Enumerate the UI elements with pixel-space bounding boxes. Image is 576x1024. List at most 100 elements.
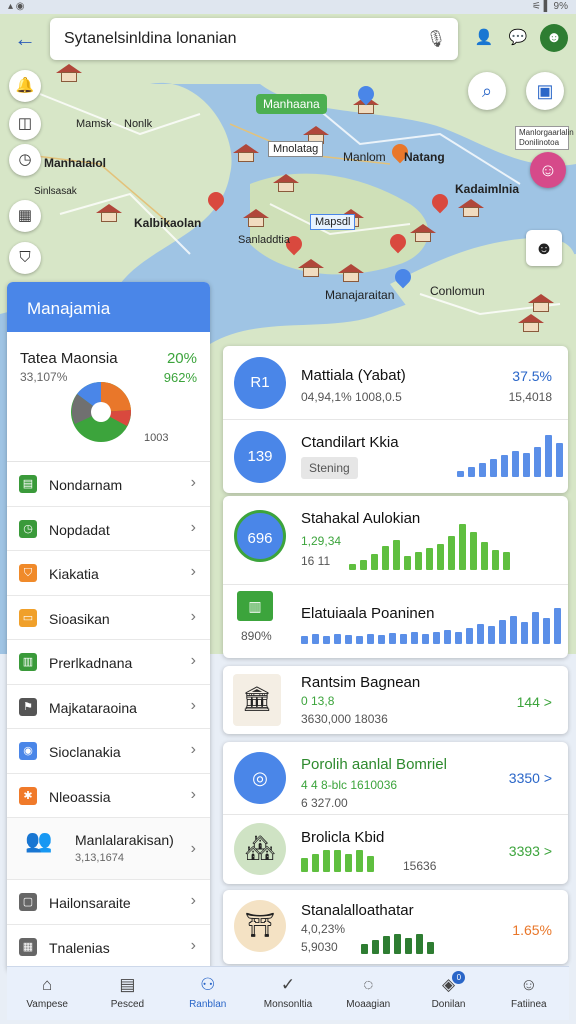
map-label: Manajaraitan: [325, 288, 395, 302]
stat-row[interactable]: 696 Stahakal Aulokian 1,29,34 16 11: [223, 496, 568, 584]
stat-circle: 696: [234, 510, 286, 562]
sidebar-item-2[interactable]: ◷ Nopdadat ›: [7, 507, 210, 551]
stat-sub: 04,94,1% 1008,0.5: [301, 390, 402, 404]
bottom-navigation: ⌂ Vampese ▤ Pesced ⚇ Ranblan ✓ Monsonltia ◌ Moaag…: [7, 966, 569, 1020]
map-house-icon: [528, 294, 554, 312]
back-arrow-icon[interactable]: ←: [8, 22, 42, 56]
chart-icon: ▥: [19, 653, 37, 671]
avatar-pin-icon[interactable]: ☺: [530, 152, 566, 188]
tab-label: Moaagian: [346, 999, 391, 1010]
sidebar-item-label: Nondarnam: [49, 477, 123, 493]
mini-bar-chart: [301, 850, 374, 872]
sidebar-item-5[interactable]: ▥ Prerlkadnana ›: [7, 640, 210, 685]
stat-sub: 15636: [403, 859, 437, 873]
tab-2[interactable]: ▤ Pesced: [87, 967, 167, 1020]
sidebar-item-8[interactable]: ✱ Nleoassia ›: [7, 774, 210, 818]
sidebar-item-3[interactable]: ⛉ Kiakatia ›: [7, 551, 210, 596]
sidebar-item-label: Hailonsaraite: [49, 895, 131, 911]
overview-card[interactable]: Tatea Maonsia 20% 33,107% 962% 1003: [7, 332, 210, 462]
stat-card-3[interactable]: 🏛 Rantsim Bagnean 0 13,8 3630,000 18036 …: [223, 666, 568, 734]
map-label: Kalbikaolan: [134, 216, 202, 230]
map-label: Mamsk: [76, 118, 112, 130]
stat-pct[interactable]: 3350 >: [509, 770, 552, 786]
search-icon[interactable]: ⌕: [468, 72, 506, 110]
tab-4[interactable]: ✓ Monsonltia: [248, 967, 328, 1020]
stat-pct[interactable]: 3393 >: [509, 843, 552, 859]
search-input[interactable]: Sytanelsinldina lonanian 🎙: [50, 18, 458, 60]
sidebar-item-11[interactable]: ▦ Tnalenias ›: [7, 925, 210, 969]
tab-label: Pesced: [110, 999, 145, 1010]
map-house-icon: [410, 224, 436, 242]
stat-sub: 1,29,34: [301, 534, 342, 548]
tab-7[interactable]: ☺ Fatiinea: [489, 967, 569, 1020]
map-house-icon: [458, 199, 484, 217]
profile-icon[interactable]: 👤: [470, 24, 498, 52]
avatar-pin-icon[interactable]: ☻: [526, 230, 562, 266]
chevron-right-icon: ›: [190, 741, 196, 758]
building-icon[interactable]: ▦: [9, 200, 41, 232]
sidebar-item-9[interactable]: 👥 Manlalarakisan) 3,13,1674 ›: [7, 818, 210, 880]
map-label: Natang: [404, 150, 445, 164]
clock-icon[interactable]: ◷: [9, 144, 41, 176]
notification-icon[interactable]: 🔔: [9, 70, 41, 102]
stat-row[interactable]: R1 Mattiala (Yabat) 04,94,1% 1008,0.5 37…: [223, 346, 568, 419]
sidebar-item-sub: 3,13,1674: [75, 852, 124, 864]
stat-sub-secondary: 3630,000 18036: [301, 712, 388, 726]
stat-row[interactable]: 🏘 Brolicla Kbid 15636 3393 >: [223, 815, 568, 884]
sidebar-item-7[interactable]: ◉ Sioclanakia ›: [7, 729, 210, 774]
stat-sub-secondary: 6 327.00: [301, 796, 348, 810]
chevron-right-icon: ›: [190, 563, 196, 580]
map-label: Kadaimlnia: [455, 182, 520, 196]
map-label: Mnolatag: [268, 141, 324, 157]
stat-pct-sub: 15,4018: [508, 390, 552, 404]
tab-3[interactable]: ⚇ Ranblan: [168, 967, 248, 1020]
avatar[interactable]: ☻: [540, 24, 568, 52]
layers-icon[interactable]: ◫: [9, 108, 41, 140]
document-icon: ▢: [19, 893, 37, 911]
shield-icon[interactable]: ⛉: [9, 242, 41, 274]
grid-icon: ▤: [19, 475, 37, 493]
sidebar-item-10[interactable]: ▢ Hailonsaraite ›: [7, 880, 210, 925]
search-input-value[interactable]: Sytanelsinldina lonanian: [64, 30, 237, 48]
sidebar-item-label: Sioasikan: [49, 610, 110, 627]
stat-card-4[interactable]: ◎ Porolih aanlal Bomriel 4 4 8-blc 16100…: [223, 742, 568, 884]
stat-row[interactable]: 139 Ctandilart Kkia Stening: [223, 420, 568, 493]
microphone-icon[interactable]: 🎙: [426, 29, 446, 49]
chat-icon[interactable]: 💬: [504, 24, 532, 52]
stat-circle: R1: [234, 357, 286, 409]
map-label[interactable]: Manhaana: [256, 94, 327, 114]
stat-pct[interactable]: 144 >: [517, 694, 552, 710]
map-label: Sinlsasak: [34, 186, 77, 197]
stat-card-5[interactable]: ⛩ Stanalalloathatar 4,0,23% 5,9030 1.65%: [223, 890, 568, 964]
map-house-icon: [243, 209, 269, 227]
bookmark-icon[interactable]: ▣: [526, 72, 564, 110]
sidebar-item-1[interactable]: ▤ Nondarnam ›: [7, 462, 210, 507]
sidebar-item-label: Majkataraoina: [49, 699, 137, 716]
stat-row[interactable]: ◎ Porolih aanlal Bomriel 4 4 8-blc 16100…: [223, 742, 568, 814]
sidebar-item-4[interactable]: ▭ Sioasikan ›: [7, 596, 210, 640]
clock-icon: ◷: [19, 519, 37, 538]
stat-card-1[interactable]: R1 Mattiala (Yabat) 04,94,1% 1008,0.5 37…: [223, 346, 568, 493]
tab-label: Monsonltia: [263, 999, 313, 1010]
chevron-right-icon: ›: [190, 652, 196, 669]
tab-label: Vampese: [26, 999, 68, 1010]
sidebar-header: Manajamia: [7, 282, 210, 332]
tab-6[interactable]: ◈ Donilan 0: [408, 967, 488, 1020]
stat-title: Rantsim Bagnean: [301, 674, 421, 691]
chat-icon: ◌: [363, 975, 374, 994]
sidebar-item-6[interactable]: ⚑ Majkataraoina ›: [7, 685, 210, 729]
stat-row[interactable]: ▥ 890% Elatuiaala Poaninen: [223, 585, 568, 658]
person-pin-icon: ⚇: [200, 975, 216, 994]
stat-card-2[interactable]: 696 Stahakal Aulokian 1,29,34 16 11 ▥ 89…: [223, 496, 568, 658]
shield-icon: ⛉: [19, 564, 37, 582]
landmark-icon: 🏘: [234, 823, 286, 875]
stat-title: Porolih aanlal Bomriel: [301, 756, 447, 773]
tab-5[interactable]: ◌ Moaagian: [328, 967, 408, 1020]
overview-pct-secondary: 962%: [163, 370, 197, 385]
tab-1[interactable]: ⌂ Vampese: [7, 967, 87, 1020]
status-left: ▴ ◉: [8, 1, 25, 12]
mini-bar-chart: [349, 524, 510, 570]
sidebar-item-label: Nopdadat: [49, 521, 110, 538]
overview-pct: 20%: [166, 350, 197, 367]
stat-circle: 139: [234, 431, 286, 483]
